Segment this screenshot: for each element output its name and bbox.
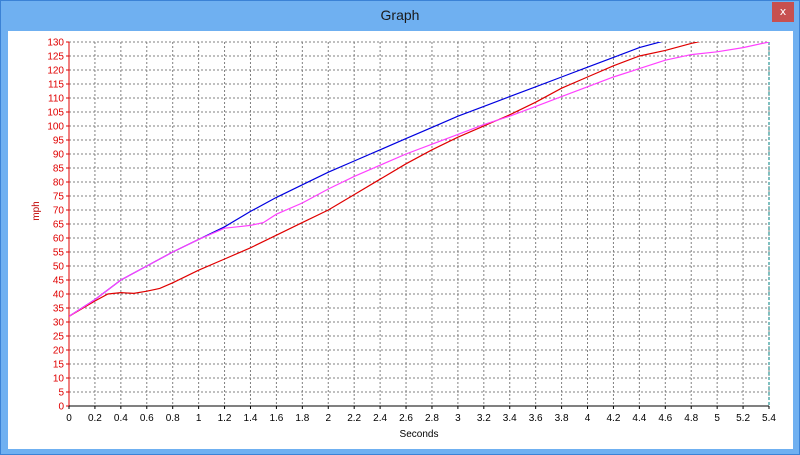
x-tick-label: 1.2: [218, 413, 232, 424]
y-tick-labels: 0 5 10 15 20 25 30 35 40 45 50 55 60 65 70 75 80 85 90 95 10…: [47, 38, 69, 413]
y-tick-label: 25: [53, 332, 65, 343]
y-tick-label: 95: [53, 136, 65, 147]
x-tick-label: 2.2: [347, 413, 361, 424]
y-tick-label: 50: [53, 262, 65, 273]
y-tick-label: 80: [53, 178, 65, 189]
y-tick-label: 70: [53, 206, 65, 217]
x-tick-label: 2: [325, 413, 331, 424]
y-tick-label: 110: [48, 94, 64, 105]
close-icon: x: [779, 5, 787, 18]
y-tick-label: 65: [53, 220, 65, 231]
y-tick-label: 45: [53, 276, 65, 287]
x-tick-label: 5.4: [762, 413, 776, 424]
x-tick-labels: 0 0.2 0.4 0.6 0.8 1 1.2 1.4 1.6 1.8 2 2.2 2.4 2.6 2.8 3…: [66, 406, 776, 424]
y-tick-label: 115: [48, 80, 64, 91]
y-tick-label: 15: [53, 360, 65, 371]
y-tick-label: 30: [53, 318, 65, 329]
x-tick-label: 4: [585, 413, 591, 424]
x-tick-label: 4.4: [632, 413, 646, 424]
x-tick-label: 0.4: [114, 413, 128, 424]
x-tick-label: 4.6: [658, 413, 672, 424]
series-line-3: [69, 42, 769, 317]
x-tick-label: 0.6: [140, 413, 154, 424]
y-tick-label: 10: [53, 374, 65, 385]
x-tick-label: 0.2: [88, 413, 102, 424]
y-tick-label: 35: [53, 304, 65, 315]
y-tick-label: 100: [47, 122, 64, 133]
y-tick-label: 5: [58, 388, 64, 399]
x-tick-label: 3.6: [529, 413, 543, 424]
series-line-2: [69, 42, 701, 317]
x-tick-label: 1.8: [295, 413, 309, 424]
y-tick-label: 75: [53, 192, 65, 203]
x-tick-label: 1.6: [269, 413, 283, 424]
x-tick-label: 3: [455, 413, 461, 424]
x-tick-label: 3.8: [555, 413, 569, 424]
chart-area: 0 5 10 15 20 25 30 35 40 45 50 55 60 65 70 75 80 85 90 95 10…: [8, 31, 793, 449]
y-tick-label: 90: [53, 150, 65, 161]
y-tick-label: 120: [47, 66, 64, 77]
x-tick-label: 4.8: [684, 413, 698, 424]
x-axis-label: Seconds: [400, 429, 439, 440]
x-tick-label: 2.4: [373, 413, 387, 424]
x-tick-label: 1.4: [244, 413, 258, 424]
x-tick-label: 2.8: [425, 413, 439, 424]
x-tick-label: 5: [714, 413, 720, 424]
y-axis-label: mph: [31, 201, 42, 220]
y-tick-label: 20: [53, 346, 65, 357]
title-bar[interactable]: Graph x: [1, 1, 799, 31]
y-tick-label: 40: [53, 290, 65, 301]
y-tick-label: 105: [47, 108, 64, 119]
window-title: Graph: [380, 7, 420, 23]
x-tick-label: 3.2: [477, 413, 491, 424]
y-tick-label: 0: [58, 402, 64, 413]
y-tick-label: 55: [53, 248, 65, 259]
y-tick-label: 130: [47, 38, 64, 49]
y-tick-label: 125: [47, 52, 64, 63]
graph-window: Graph x 0 5 10 15 20 25 30 35 40 45 50 55 60 65 70 75 80…: [0, 0, 800, 455]
x-tick-label: 2.6: [399, 413, 413, 424]
y-tick-label: 85: [53, 164, 65, 175]
grid-lines: [68, 41, 770, 407]
x-tick-label: 4.2: [606, 413, 620, 424]
x-tick-label: 1: [196, 413, 202, 424]
x-tick-label: 0: [66, 413, 72, 424]
line-chart: 0510152025303540455055606570758085909510…: [31, 38, 776, 441]
close-button[interactable]: x: [772, 2, 794, 22]
x-tick-label: 0.8: [166, 413, 180, 424]
y-tick-label: 60: [53, 234, 65, 245]
x-tick-label: 3.4: [503, 413, 517, 424]
x-tick-label: 5.2: [736, 413, 750, 424]
series-lines: [69, 42, 769, 317]
